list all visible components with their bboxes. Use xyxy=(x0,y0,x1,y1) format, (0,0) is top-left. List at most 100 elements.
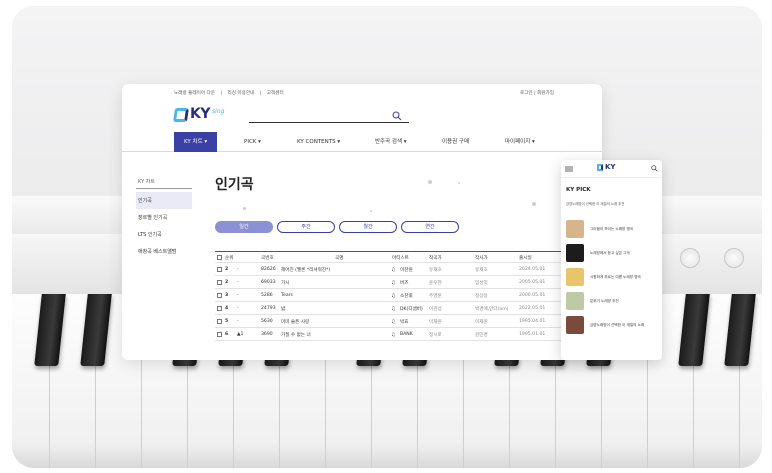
decor-dot xyxy=(243,207,246,210)
tab-yearly[interactable]: 연간 xyxy=(401,221,459,233)
date-cell: 2024.05.01 xyxy=(519,267,546,272)
decor-dot xyxy=(428,180,432,184)
change-cell: - xyxy=(237,280,239,285)
mobile-logo[interactable]: KY xyxy=(605,163,616,171)
change-cell: - xyxy=(237,267,239,272)
rank-cell: 2 xyxy=(225,267,229,272)
song-no-cell: 5630 xyxy=(261,319,273,324)
link-support[interactable]: 고객센터 xyxy=(267,91,284,96)
table-row[interactable]: ♫ 6 ▲1 3690 가질 수 없는 너 BANK 정시로 김민경 1995.01.01 xyxy=(215,328,595,341)
table-row[interactable]: ♫ 2 - 69033 가시 버즈 윤우현 임성익 2005.05.01 xyxy=(215,276,595,289)
date-cell: 2022.05.01 xyxy=(519,306,546,311)
website-window: 노래방 플레이어 다운 | 리싱 이용안내 | 고객센터 로그인 | 회원가입 … xyxy=(122,84,602,360)
title-cell[interactable]: 헤어진 (멜론 *리셔워진*) xyxy=(281,267,330,273)
tab-weekly[interactable]: 주간 xyxy=(277,221,335,233)
select-all-checkbox[interactable] xyxy=(217,255,222,260)
link-guide[interactable]: 리싱 이용안내 xyxy=(227,91,254,96)
chart-table: 순위 곡번호 곡명 아티스트 작곡가 작사가 출시일 ♫ 2 - 82626 헤어진 (… xyxy=(215,251,595,341)
song-video-icon[interactable]: ♫ xyxy=(391,332,395,338)
rank-cell: 3 xyxy=(225,293,229,298)
pick-subtitle: 금영노래방이 선택한 이 계절의 노래 추천 xyxy=(566,202,625,206)
composer-cell: 유재호 xyxy=(429,268,442,273)
scene: 노래방 플레이어 다운 | 리싱 이용안내 | 고객센터 로그인 | 회원가입 … xyxy=(0,0,772,473)
pick-item-title: 그리움이 보이는 노래방 명곡 xyxy=(590,227,634,231)
composer-cell: 이재원 xyxy=(429,320,442,325)
row-checkbox[interactable] xyxy=(217,293,222,298)
menu-icon[interactable] xyxy=(565,166,573,172)
song-video-icon[interactable]: ♫ xyxy=(391,280,395,286)
rank-cell: 2 xyxy=(225,280,229,285)
header-lyricist: 작사가 xyxy=(475,256,488,261)
sidebar-item-popular[interactable]: 인기곡 xyxy=(136,192,192,209)
artist-cell: BANK xyxy=(400,332,413,337)
table-row[interactable]: ♫ 5 - 5630 미미 슬픈 사랑 박효 이재원 이재원 1995.04.01 xyxy=(215,315,595,328)
table-row[interactable]: ♫ 3 - 5286 Tears 소찬휘 주영훈 정상용 2000.05.01 xyxy=(215,289,595,302)
lyricist-cell: 박경애,안다(am) xyxy=(475,307,509,312)
nav-pick[interactable]: PICK ▾ xyxy=(244,132,261,152)
artist-cell: 버즈 xyxy=(400,281,409,286)
pick-list-item[interactable]: 분위기 노래방 추천 xyxy=(566,292,658,312)
pick-item-title: 시원하게 부르는 여름 노래방 명곡 xyxy=(590,275,641,279)
sidebar-item-lts[interactable]: LTS 인기곡 xyxy=(136,226,192,243)
row-checkbox[interactable] xyxy=(217,319,222,324)
row-checkbox[interactable] xyxy=(217,306,222,311)
search-icon[interactable] xyxy=(392,111,402,121)
row-checkbox[interactable] xyxy=(217,332,222,337)
nav-ky-chart[interactable]: KY 차트 ▾ xyxy=(174,132,218,152)
title-cell[interactable]: 밤 xyxy=(281,306,285,312)
song-video-icon[interactable]: ♫ xyxy=(391,267,395,273)
tab-monthly[interactable]: 월간 xyxy=(339,221,397,233)
row-checkbox[interactable] xyxy=(217,280,222,285)
song-video-icon[interactable]: ♫ xyxy=(391,319,395,325)
sidebar: KY 차트 인기곡 장르별 인기곡 LTS 인기곡 애창곡 베스트앨범 xyxy=(136,176,192,260)
title-cell[interactable]: Tears xyxy=(281,293,293,298)
decor-dot xyxy=(370,210,372,212)
change-cell: - xyxy=(237,306,239,311)
date-cell: 1995.01.01 xyxy=(519,332,546,337)
decor-dot xyxy=(532,202,536,206)
rank-cell: 4 xyxy=(225,306,229,311)
sidebar-item-genre[interactable]: 장르별 인기곡 xyxy=(136,209,192,226)
song-no-cell: 5286 xyxy=(261,293,273,298)
login-links[interactable]: 로그인 | 회원가입 xyxy=(520,90,554,96)
date-cell: 2000.05.01 xyxy=(519,293,546,298)
date-cell: 2005.05.01 xyxy=(519,280,546,285)
sidebar-item-best-album[interactable]: 애창곡 베스트앨범 xyxy=(136,243,192,260)
tab-daily[interactable]: 일간 xyxy=(215,221,273,233)
table-row[interactable]: ♫ 2 - 82626 헤어진 (멜론 *리셔워진*) 이찬원 유재호 유재호 2024.05.… xyxy=(215,263,595,276)
row-checkbox[interactable] xyxy=(217,267,222,272)
nav-mypage[interactable]: 마이페이지 ▾ xyxy=(505,132,535,152)
song-video-icon[interactable]: ♫ xyxy=(391,306,395,312)
pick-list-item[interactable]: 노래방에서 듣고 싶은 그곡 xyxy=(566,244,658,264)
link-player-download[interactable]: 노래방 플레이어 다운 xyxy=(174,91,215,96)
title-cell[interactable]: 가질 수 없는 너 xyxy=(281,332,311,338)
pick-item-title: 분위기 노래방 추천 xyxy=(590,299,619,303)
page-title: 인기곡 xyxy=(215,177,254,193)
pick-list-item[interactable]: 시원하게 부르는 여름 노래방 명곡 xyxy=(566,268,658,288)
search-input[interactable] xyxy=(249,122,409,123)
pick-thumbnail xyxy=(566,292,584,310)
decor-dot xyxy=(458,182,460,184)
header-song-no: 곡번호 xyxy=(261,256,274,261)
title-cell[interactable]: 가시 xyxy=(281,280,289,286)
song-no-cell: 82626 xyxy=(261,267,276,272)
song-no-cell: 3690 xyxy=(261,332,273,337)
nav-pass-purchase[interactable]: 이용권 구매 xyxy=(442,132,469,152)
rank-cell: 5 xyxy=(225,319,229,324)
nav-ky-contents[interactable]: KY CONTENTS ▾ xyxy=(297,132,340,152)
pick-list-item[interactable]: 금영노래방이 선택한 이 계절의 노래 xyxy=(566,316,658,336)
pick-thumbnail xyxy=(566,268,584,286)
mobile-window: KY KY PICK 금영노래방이 선택한 이 계절의 노래 추천 그리움이 보… xyxy=(561,160,662,360)
mobile-header: KY xyxy=(561,160,662,178)
search-icon[interactable] xyxy=(651,165,658,172)
top-utility-links: 노래방 플레이어 다운 | 리싱 이용안내 | 고객센터 xyxy=(174,90,288,96)
separator: | xyxy=(220,91,222,96)
title-cell[interactable]: 미미 슬픈 사랑 xyxy=(281,319,309,325)
artist-cell: DK(디셈버) xyxy=(400,307,423,312)
change-cell: ▲1 xyxy=(237,332,244,337)
ky-sing-logo[interactable]: KY sing xyxy=(173,106,234,124)
table-row[interactable]: ♫ 4 - 24793 밤 DK(디셈버) 이관섭 박경애,안다(am) 2022.05.01 xyxy=(215,302,595,315)
song-video-icon[interactable]: ♫ xyxy=(391,293,395,299)
pick-list-item[interactable]: 그리움이 보이는 노래방 명곡 xyxy=(566,220,658,240)
nav-song-search[interactable]: 반주곡 검색 ▾ xyxy=(375,132,407,152)
